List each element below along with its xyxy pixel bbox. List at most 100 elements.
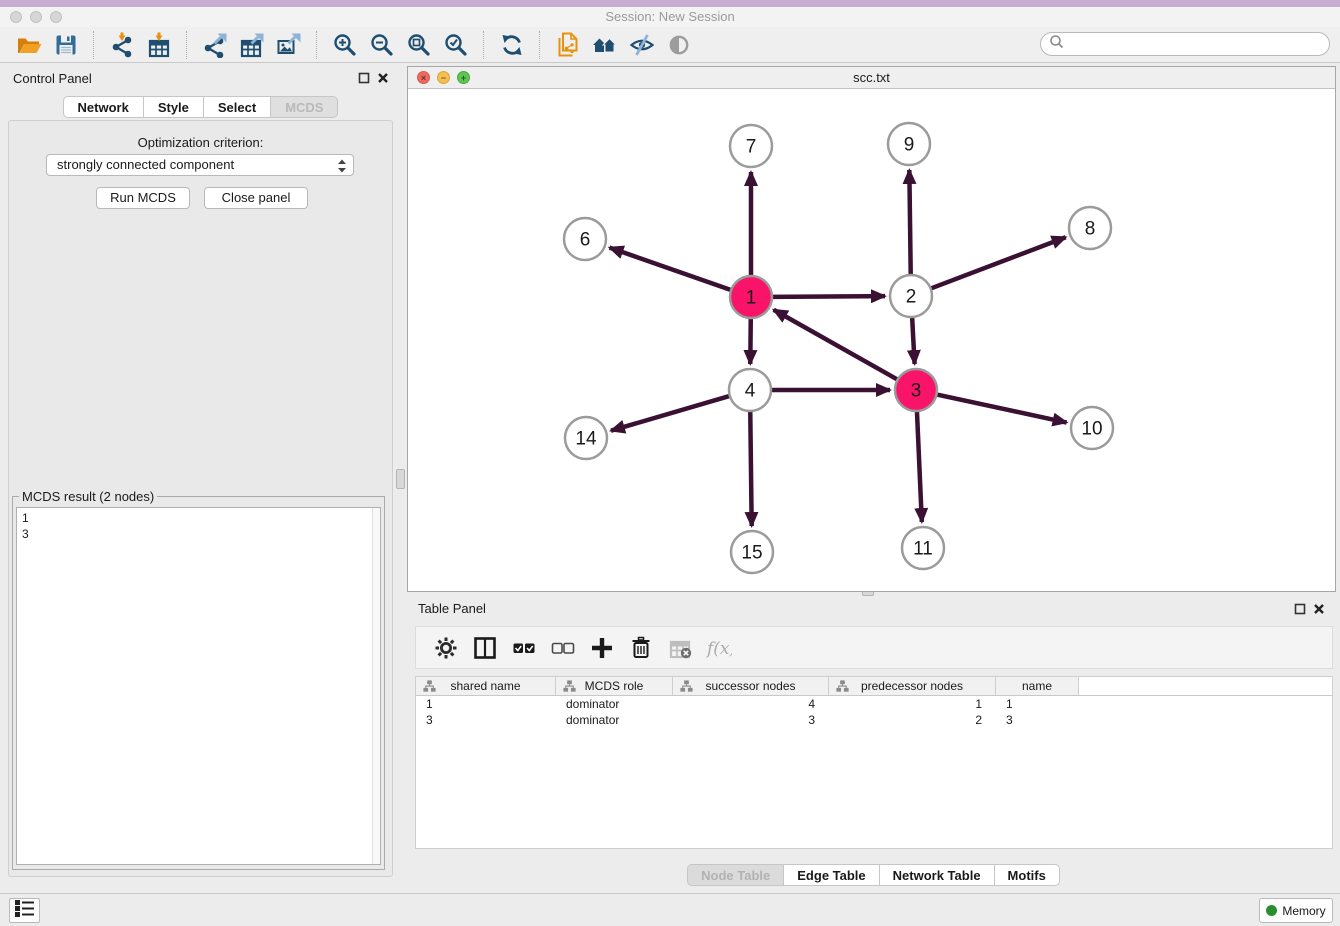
close-panel-icon[interactable] [377,72,389,84]
panel-resize-grip-vertical[interactable] [396,469,405,489]
table-cell[interactable]: 1 [829,696,996,712]
svg-text:15: 15 [741,543,762,564]
refresh-layout-icon[interactable] [498,31,525,58]
table-cell[interactable]: 3 [416,712,556,728]
table-settings-icon[interactable] [432,634,459,661]
table-cell[interactable]: 1 [996,696,1079,712]
open-session-icon[interactable] [15,31,42,58]
table-cell[interactable]: 3 [996,712,1079,728]
graph-node-10[interactable]: 10 [1071,407,1113,449]
new-network-from-selection-icon[interactable] [554,31,581,58]
column-header-shared-name[interactable]: shared name [416,677,556,695]
mcds-result-box: MCDS result (2 nodes) 13 [12,489,385,870]
tab-style[interactable]: Style [143,96,204,118]
edge-2-9[interactable] [909,170,910,274]
table-row[interactable]: 1dominator411 [416,696,1332,712]
tab-edge-table[interactable]: Edge Table [783,864,879,886]
add-row-icon[interactable] [588,634,615,661]
edge-3-10[interactable] [938,395,1067,423]
import-network-icon[interactable] [108,31,135,58]
edge-3-1[interactable] [774,310,897,379]
deselect-all-icon[interactable] [549,634,576,661]
export-image-icon[interactable] [275,31,302,58]
tab-mcds[interactable]: MCDS [270,96,338,118]
table-cell[interactable]: dominator [556,712,673,728]
zoom-fit-icon[interactable] [405,31,432,58]
edge-2-3[interactable] [912,318,914,364]
tab-network[interactable]: Network [63,96,144,118]
graph-node-14[interactable]: 14 [565,417,607,459]
delete-row-icon[interactable] [627,634,654,661]
export-network-icon[interactable] [201,31,228,58]
tab-motifs[interactable]: Motifs [994,864,1060,886]
column-header-name[interactable]: name [996,677,1079,695]
toolbar-separator [539,31,540,59]
column-header-MCDS-role[interactable]: MCDS role [556,677,673,695]
edge-1-6[interactable] [610,248,731,290]
export-table-icon[interactable] [238,31,265,58]
network-window-titlebar: × − + scc.txt [408,67,1335,89]
graph-node-8[interactable]: 8 [1069,207,1111,249]
show-columns-icon[interactable] [471,634,498,661]
tab-select[interactable]: Select [203,96,271,118]
select-all-icon[interactable] [510,634,537,661]
edge-4-15[interactable] [750,412,751,526]
close-view-button[interactable]: × [417,71,430,84]
float-panel-icon[interactable] [358,72,370,84]
column-header-label: name [1022,679,1052,693]
minimize-view-button[interactable]: − [437,71,450,84]
column-header-predecessor-nodes[interactable]: predecessor nodes [829,677,996,695]
graph-node-9[interactable]: 9 [888,123,930,165]
table-cell[interactable]: 2 [829,712,996,728]
memory-button[interactable]: Memory [1259,898,1333,923]
hide-graphics-details-icon[interactable] [628,31,655,58]
edge-4-14[interactable] [611,396,729,431]
float-table-panel-icon[interactable] [1294,603,1306,615]
graph-node-11[interactable]: 11 [902,527,944,569]
criterion-dropdown[interactable]: strongly connected component [46,154,354,176]
save-session-icon[interactable] [52,31,79,58]
table-cell[interactable]: 4 [673,696,829,712]
edge-3-11[interactable] [917,412,922,522]
graph-node-3[interactable]: 3 [895,369,937,411]
result-scrollbar[interactable] [372,508,380,864]
node-table: shared nameMCDS rolesuccessor nodesprede… [415,676,1333,849]
zoom-out-icon[interactable] [368,31,395,58]
svg-text:3: 3 [911,381,922,402]
task-history-button[interactable] [9,898,40,923]
zoom-in-icon[interactable] [331,31,358,58]
edge-2-8[interactable] [932,237,1066,288]
search-input[interactable] [1069,37,1321,51]
delete-table-icon [666,634,693,661]
import-table-icon[interactable] [145,31,172,58]
close-panel-button[interactable]: Close panel [204,187,308,209]
maximize-view-button[interactable]: + [457,71,470,84]
table-cell[interactable]: 1 [416,696,556,712]
graph-node-7[interactable]: 7 [730,125,772,167]
control-panel-title: Control Panel [13,71,92,86]
home-icon[interactable] [591,31,618,58]
app-title: Session: New Session [0,7,1340,27]
search-box[interactable] [1040,32,1330,56]
window-accent-strip [0,0,1340,7]
close-table-panel-icon[interactable] [1313,603,1325,615]
tab-network-table[interactable]: Network Table [879,864,995,886]
mcds-result-text[interactable]: 13 [16,507,381,865]
graph-node-15[interactable]: 15 [731,531,773,573]
run-mcds-button[interactable]: Run MCDS [96,187,190,209]
tab-node-table[interactable]: Node Table [687,864,784,886]
minimize-window-button[interactable] [30,11,42,23]
close-window-button[interactable] [10,11,22,23]
table-row[interactable]: 3dominator323 [416,712,1332,728]
graph-node-2[interactable]: 2 [890,275,932,317]
maximize-window-button[interactable] [50,11,62,23]
graph-node-4[interactable]: 4 [729,369,771,411]
graph-node-1[interactable]: 1 [730,276,772,318]
table-cell[interactable]: 3 [673,712,829,728]
toggle-graphics-details-icon[interactable] [665,31,692,58]
column-header-successor-nodes[interactable]: successor nodes [673,677,829,695]
mcds-panel: Optimization criterion: strongly connect… [8,120,393,877]
edge-1-2[interactable] [773,296,885,297]
zoom-selected-icon[interactable] [442,31,469,58]
graph-node-6[interactable]: 6 [564,218,606,260]
